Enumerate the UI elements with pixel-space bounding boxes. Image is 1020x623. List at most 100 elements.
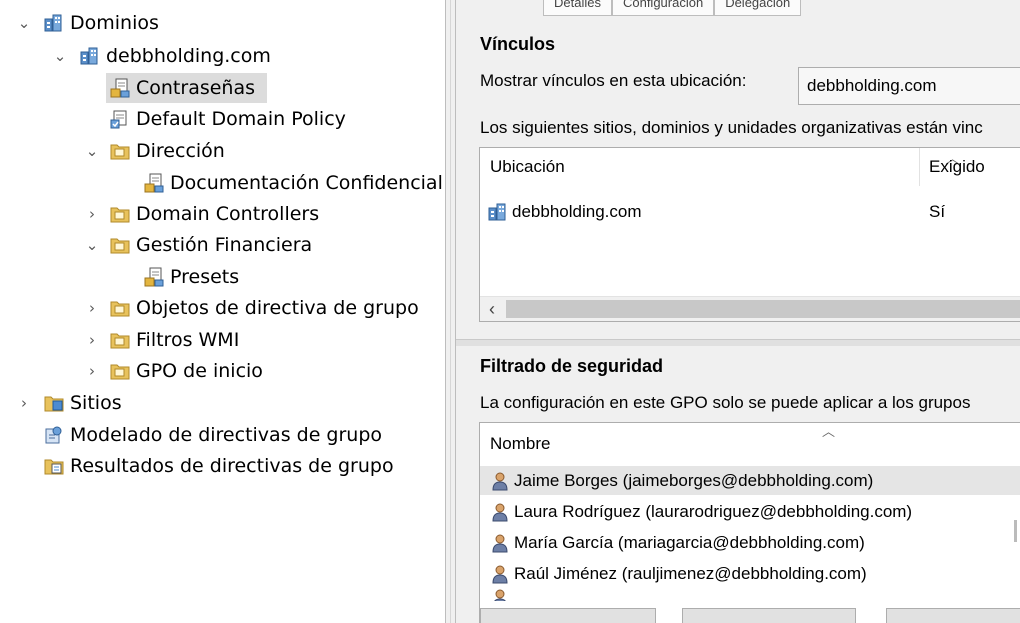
scrollbar-thumb[interactable]	[506, 300, 1020, 318]
chevron-right-icon[interactable]: ›	[84, 205, 100, 223]
chevron-right-icon[interactable]: ›	[84, 331, 100, 349]
list-item[interactable]: Jaime Borges (jaimeborges@debbholding.co…	[480, 466, 1020, 495]
tab-delegacion[interactable]: Delegación	[714, 0, 802, 16]
tree-item-label: Gestión Financiera	[136, 234, 313, 256]
chevron-right-icon[interactable]: ›	[84, 362, 100, 380]
tree-item-resultados[interactable]: Resultados de directivas de grupo	[44, 451, 394, 481]
ou-folder-icon	[110, 141, 130, 161]
column-header-exigido[interactable]: Exigido	[929, 148, 985, 186]
column-separator[interactable]	[919, 148, 920, 186]
chevron-down-icon[interactable]: ⌄	[84, 236, 100, 254]
tree-item-label: Sitios	[70, 392, 122, 414]
tree-item-label: Filtros WMI	[136, 329, 240, 351]
chevron-down-icon[interactable]: ⌄	[52, 47, 68, 65]
ou-folder-icon	[110, 235, 130, 255]
section-divider	[456, 339, 1020, 346]
tree-pane: ⌄ Dominios ⌄ debbholding.com Contraseñas…	[0, 0, 445, 623]
list-item[interactable]: Raúl Jiménez (rauljimenez@debbholding.co…	[480, 559, 1020, 588]
tree-item-contrasenas[interactable]: Contraseñas	[106, 73, 268, 103]
details-pane: Detalles Configuración Delegación Víncul…	[456, 0, 1020, 623]
gpo-link-icon	[110, 78, 130, 98]
table-row[interactable]: debbholding.com Sí	[480, 197, 1020, 226]
tree-item-direccion[interactable]: Dirección	[110, 136, 225, 166]
horizontal-scrollbar[interactable]: ‹	[480, 296, 1020, 321]
gpo-link-icon	[144, 267, 164, 287]
user-name: Jaime Borges (jaimeborges@debbholding.co…	[514, 470, 874, 490]
tree-item-label: Objetos de directiva de grupo	[136, 297, 419, 319]
location-combobox[interactable]: debbholding.com	[798, 67, 1020, 105]
user-icon	[490, 471, 510, 491]
tree-item-domain-controllers[interactable]: Domain Controllers	[110, 199, 319, 229]
tree-item-label: Resultados de directivas de grupo	[70, 455, 394, 477]
tree-item-label: Contraseñas	[136, 77, 256, 99]
tree-item-label: GPO de inicio	[136, 360, 263, 382]
gpo-link-icon	[144, 173, 164, 193]
scroll-left-icon[interactable]: ‹	[480, 297, 504, 321]
security-description: La configuración en este GPO solo se pue…	[480, 393, 971, 412]
list-item[interactable]: Laura Rodríguez (laurarodriguez@debbhold…	[480, 497, 1020, 526]
sites-icon	[44, 393, 64, 413]
user-name: Laura Rodríguez (laurarodriguez@debbhold…	[514, 501, 913, 521]
user-icon	[490, 564, 510, 584]
security-list[interactable]: Nombre ︿ Jaime Borges (jaimeborges@debbh…	[479, 422, 1020, 623]
resize-grip[interactable]	[1014, 520, 1017, 542]
ou-folder-icon	[110, 204, 130, 224]
tree-item-objetos-directiva[interactable]: Objetos de directiva de grupo	[110, 293, 419, 323]
tree-item-gestion-financiera[interactable]: Gestión Financiera	[110, 230, 312, 260]
links-description: Los siguientes sitios, dominios y unidad…	[480, 118, 983, 137]
user-icon	[490, 533, 510, 553]
enforced-cell: Sí	[929, 201, 946, 221]
domain-icon	[80, 46, 100, 66]
gpo-icon	[110, 109, 130, 129]
tree-item-gpo-inicio[interactable]: GPO de inicio	[110, 356, 263, 386]
tree-item-dominios[interactable]: Dominios	[44, 8, 159, 38]
domains-folder-icon	[44, 13, 64, 33]
location-cell: debbholding.com	[512, 201, 642, 221]
list-item[interactable]: María García (mariagarcia@debbholding.co…	[480, 528, 1020, 557]
tree-item-sitios[interactable]: Sitios	[44, 388, 122, 418]
tree-item-filtros-wmi[interactable]: Filtros WMI	[110, 325, 239, 355]
user-icon	[490, 502, 510, 522]
tree-item-label: Default Domain Policy	[136, 108, 346, 130]
security-filter-title: Filtrado de seguridad	[480, 356, 664, 376]
starter-gpo-folder-icon	[110, 361, 130, 381]
tab-strip: Detalles Configuración Delegación	[543, 0, 802, 16]
column-header-ubicacion[interactable]: Ubicación	[490, 148, 565, 186]
links-list[interactable]: Ubicación ︿ Exigido debbholding.com Sí ‹	[479, 147, 1020, 322]
gpo-objects-folder-icon	[110, 298, 130, 318]
chevron-right-icon[interactable]: ›	[16, 394, 32, 412]
modeling-icon	[44, 425, 64, 445]
links-title: Vínculos	[480, 34, 556, 54]
list-item-partial[interactable]	[480, 589, 1020, 601]
results-icon	[44, 456, 64, 476]
sort-up-icon: ︿	[822, 424, 836, 439]
tree-item-label: Modelado de directivas de grupo	[70, 424, 383, 446]
user-name: Raúl Jiménez (rauljimenez@debbholding.co…	[514, 563, 867, 583]
show-links-label: Mostrar vínculos en esta ubicación:	[480, 71, 747, 90]
tree-item-presets[interactable]: Presets	[144, 262, 239, 292]
tab-detalles[interactable]: Detalles	[543, 0, 612, 16]
chevron-right-icon[interactable]: ›	[84, 299, 100, 317]
tree-item-label: Documentación Confidencial	[170, 172, 443, 194]
tree-item-label: Presets	[170, 266, 240, 288]
tree-item-label: debbholding.com	[106, 45, 271, 67]
tab-configuracion[interactable]: Configuración	[611, 0, 715, 16]
pane-splitter[interactable]	[445, 0, 456, 623]
user-icon	[490, 589, 510, 601]
chevron-down-icon[interactable]: ⌄	[84, 142, 100, 160]
tree-item-modelado[interactable]: Modelado de directivas de grupo	[44, 420, 382, 450]
user-name: María García (mariagarcia@debbholding.co…	[514, 532, 865, 552]
remove-button[interactable]	[682, 608, 856, 623]
chevron-down-icon[interactable]: ⌄	[16, 14, 32, 32]
add-button[interactable]	[480, 608, 656, 623]
tree-item-label: Domain Controllers	[136, 203, 320, 225]
wmi-filter-folder-icon	[110, 330, 130, 350]
tree-item-label: Dirección	[136, 140, 225, 162]
tree-item-debbholding[interactable]: debbholding.com	[80, 41, 271, 71]
column-header-nombre[interactable]: Nombre	[490, 425, 550, 463]
tree-item-default-domain-policy[interactable]: Default Domain Policy	[110, 104, 346, 134]
tree-item-label: Dominios	[70, 12, 159, 34]
tree-item-documentacion-confidencial[interactable]: Documentación Confidencial	[144, 168, 443, 198]
properties-button[interactable]	[886, 608, 1020, 623]
domain-icon	[488, 202, 508, 222]
